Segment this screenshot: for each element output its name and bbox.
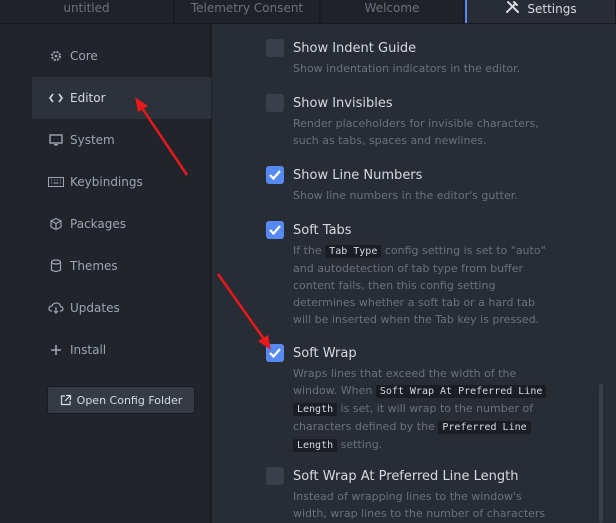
paintcan-icon — [48, 259, 64, 273]
description-line: width, wrap lines to the number of chara… — [293, 507, 546, 520]
sidebar-item-keybindings[interactable]: Keybindings — [32, 161, 211, 203]
settings-sidebar: Core Editor System Keybindings Packages … — [32, 24, 211, 523]
tab-bar: untitled Telemetry Consent Welcome Setti… — [0, 0, 616, 24]
show-line-numbers-checkbox[interactable] — [266, 166, 284, 184]
sidebar-item-editor[interactable]: Editor — [32, 77, 211, 119]
tab-label: untitled — [63, 1, 110, 15]
setting-title: Soft Wrap — [293, 346, 357, 361]
description-line: window. When Soft Wrap At Preferred Line — [293, 382, 553, 400]
description-text: characters defined by the — [293, 420, 439, 433]
setting-title: Show Invisibles — [293, 96, 393, 111]
sidebar-item-label: Updates — [70, 301, 120, 315]
code-snippet: Soft Wrap At Preferred Line — [375, 385, 547, 398]
settings-gear-icon — [48, 49, 64, 63]
sidebar-item-packages[interactable]: Packages — [32, 203, 211, 245]
settings-scrollbar[interactable] — [599, 384, 603, 523]
description-text: setting. — [337, 438, 383, 451]
setting-description: Instead of wrapping lines to the window'… — [293, 488, 553, 522]
package-icon — [48, 217, 64, 231]
tab-label: Welcome — [364, 1, 420, 15]
open-config-folder-button[interactable]: Open Config Folder — [47, 386, 195, 414]
code-snippet: Length — [293, 439, 338, 452]
sidebar-item-label: Keybindings — [70, 175, 143, 189]
description-line: content fails, then this config setting — [293, 279, 496, 292]
setting-description: Show indentation indicators in the edito… — [293, 62, 521, 75]
sidebar-item-label: System — [70, 133, 115, 147]
sidebar-item-install[interactable]: Install — [32, 329, 211, 371]
description-line: Length setting. — [293, 436, 553, 454]
monitor-icon — [48, 133, 64, 147]
description-line: determines whether a soft tab or a hard … — [293, 296, 535, 309]
editor-settings-panel: Show Indent Guide Show indentation indic… — [212, 24, 616, 523]
setting-description: Wraps lines that exceed the width of the… — [293, 365, 553, 454]
tab-welcome[interactable]: Welcome — [321, 0, 464, 23]
setting-title: Show Line Numbers — [293, 168, 423, 183]
link-external-icon — [60, 394, 72, 406]
tab-telemetry-consent[interactable]: Telemetry Consent — [175, 0, 320, 23]
description-line: Wraps lines that exceed the width of the — [293, 367, 517, 380]
description-line: If the Tab Type config setting is set to… — [293, 242, 553, 260]
sidebar-item-system[interactable]: System — [32, 119, 211, 161]
description-text: is set, it will wrap to the number of — [337, 402, 534, 415]
soft-tabs-checkbox[interactable] — [266, 221, 284, 239]
code-snippet: Tab Type — [325, 245, 382, 258]
description-line: such as tabs, spaces and newlines. — [293, 134, 487, 147]
cloud-download-icon — [48, 301, 64, 315]
sidebar-item-updates[interactable]: Updates — [32, 287, 211, 329]
soft-wrap-checkbox[interactable] — [266, 344, 284, 362]
checkmark-icon — [269, 348, 281, 359]
checkmark-icon — [269, 170, 281, 181]
sidebar-item-label: Themes — [70, 259, 118, 273]
keyboard-icon — [48, 175, 64, 189]
description-line: characters defined by the Preferred Line — [293, 418, 553, 436]
sidebar-item-core[interactable]: Core — [32, 35, 211, 77]
tab-label: Settings — [527, 2, 577, 16]
description-line: Render placeholders for invisible charac… — [293, 117, 539, 130]
sidebar-item-label: Packages — [70, 217, 126, 231]
code-icon — [48, 91, 64, 105]
sidebar-item-label: Install — [70, 343, 107, 357]
description-text: If the — [293, 244, 326, 257]
sidebar-item-themes[interactable]: Themes — [32, 245, 211, 287]
description-text: config setting is set to "auto" — [381, 244, 546, 257]
sidebar-item-label: Editor — [70, 91, 106, 105]
setting-title: Show Indent Guide — [293, 41, 417, 56]
open-config-label: Open Config Folder — [76, 393, 183, 407]
checkmark-icon — [269, 225, 281, 236]
tools-icon — [505, 0, 521, 19]
code-snippet: Length — [293, 403, 338, 416]
left-gutter — [0, 24, 32, 523]
setting-description: Show line numbers in the editor's gutter… — [293, 189, 518, 202]
sidebar-item-label: Core — [70, 49, 98, 63]
tab-untitled[interactable]: untitled — [0, 0, 174, 23]
soft-wrap-at-preferred-line-length-checkbox[interactable] — [266, 467, 284, 485]
setting-title: Soft Tabs — [293, 223, 352, 238]
description-line: will be inserted when the Tab key is pre… — [293, 313, 540, 326]
tab-label: Telemetry Consent — [190, 1, 304, 15]
description-line: Instead of wrapping lines to the window'… — [293, 490, 522, 503]
show-invisibles-checkbox[interactable] — [266, 94, 284, 112]
description-text: window. When — [293, 384, 376, 397]
description-line: Length is set, it will wrap to the numbe… — [293, 400, 553, 418]
description-line: and autodetection of tab type from buffe… — [293, 262, 524, 275]
plus-icon — [48, 343, 64, 357]
tab-settings[interactable]: Settings — [465, 0, 616, 23]
setting-description: Render placeholders for invisible charac… — [293, 115, 553, 149]
code-snippet: Preferred Line — [438, 421, 531, 434]
show-indent-guide-checkbox[interactable] — [266, 39, 284, 57]
setting-description: If the Tab Type config setting is set to… — [293, 242, 553, 328]
setting-title: Soft Wrap At Preferred Line Length — [293, 469, 519, 484]
